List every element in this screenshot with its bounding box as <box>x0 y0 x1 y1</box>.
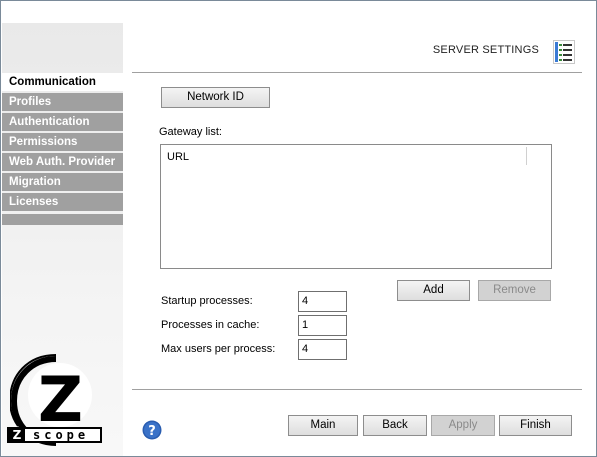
sidebar-item-communication[interactable]: Communication <box>2 73 123 91</box>
max-users-field[interactable]: 4 <box>298 339 347 360</box>
header-divider <box>132 72 582 73</box>
startup-processes-label: Startup processes: <box>161 295 253 307</box>
logo-wordmark: Z scope <box>7 427 102 443</box>
column-divider[interactable] <box>526 147 527 165</box>
add-button[interactable]: Add <box>397 280 470 301</box>
sidebar-filler <box>2 214 123 225</box>
apply-button[interactable]: Apply <box>431 415 495 436</box>
processes-in-cache-field[interactable]: 1 <box>298 315 347 336</box>
sidebar-item-web-auth-provider[interactable]: Web Auth. Provider <box>2 153 123 171</box>
network-id-button[interactable]: Network ID <box>161 87 270 108</box>
gateway-list[interactable]: URL <box>160 144 552 269</box>
footer-divider <box>132 389 582 390</box>
sidebar-item-permissions[interactable]: Permissions <box>2 133 123 151</box>
remove-button[interactable]: Remove <box>478 280 551 301</box>
gateway-column-header[interactable]: URL <box>167 151 189 163</box>
processes-in-cache-label: Processes in cache: <box>161 319 260 331</box>
help-icon[interactable]: ? <box>142 420 162 440</box>
settings-list-icon <box>553 40 575 64</box>
svg-text:?: ? <box>148 424 156 439</box>
page-title: SERVER SETTINGS <box>432 44 539 56</box>
settings-window: Communication Profiles Authentication Pe… <box>0 0 597 457</box>
sidebar-item-authentication[interactable]: Authentication <box>2 113 123 131</box>
max-users-label: Max users per process: <box>161 343 276 355</box>
finish-button[interactable]: Finish <box>499 415 572 436</box>
sidebar-item-profiles[interactable]: Profiles <box>2 93 123 111</box>
sidebar-item-licenses[interactable]: Licenses <box>2 193 123 211</box>
back-button[interactable]: Back <box>363 415 427 436</box>
main-button[interactable]: Main <box>288 415 358 436</box>
gateway-list-label: Gateway list: <box>159 126 222 138</box>
sidebar-item-migration[interactable]: Migration <box>2 173 123 191</box>
logo-letter: Z <box>38 363 83 436</box>
startup-processes-field[interactable]: 4 <box>298 291 347 312</box>
logo-wordmark-text: scope <box>33 428 90 442</box>
logo-wordmark-letter: Z <box>9 429 25 441</box>
